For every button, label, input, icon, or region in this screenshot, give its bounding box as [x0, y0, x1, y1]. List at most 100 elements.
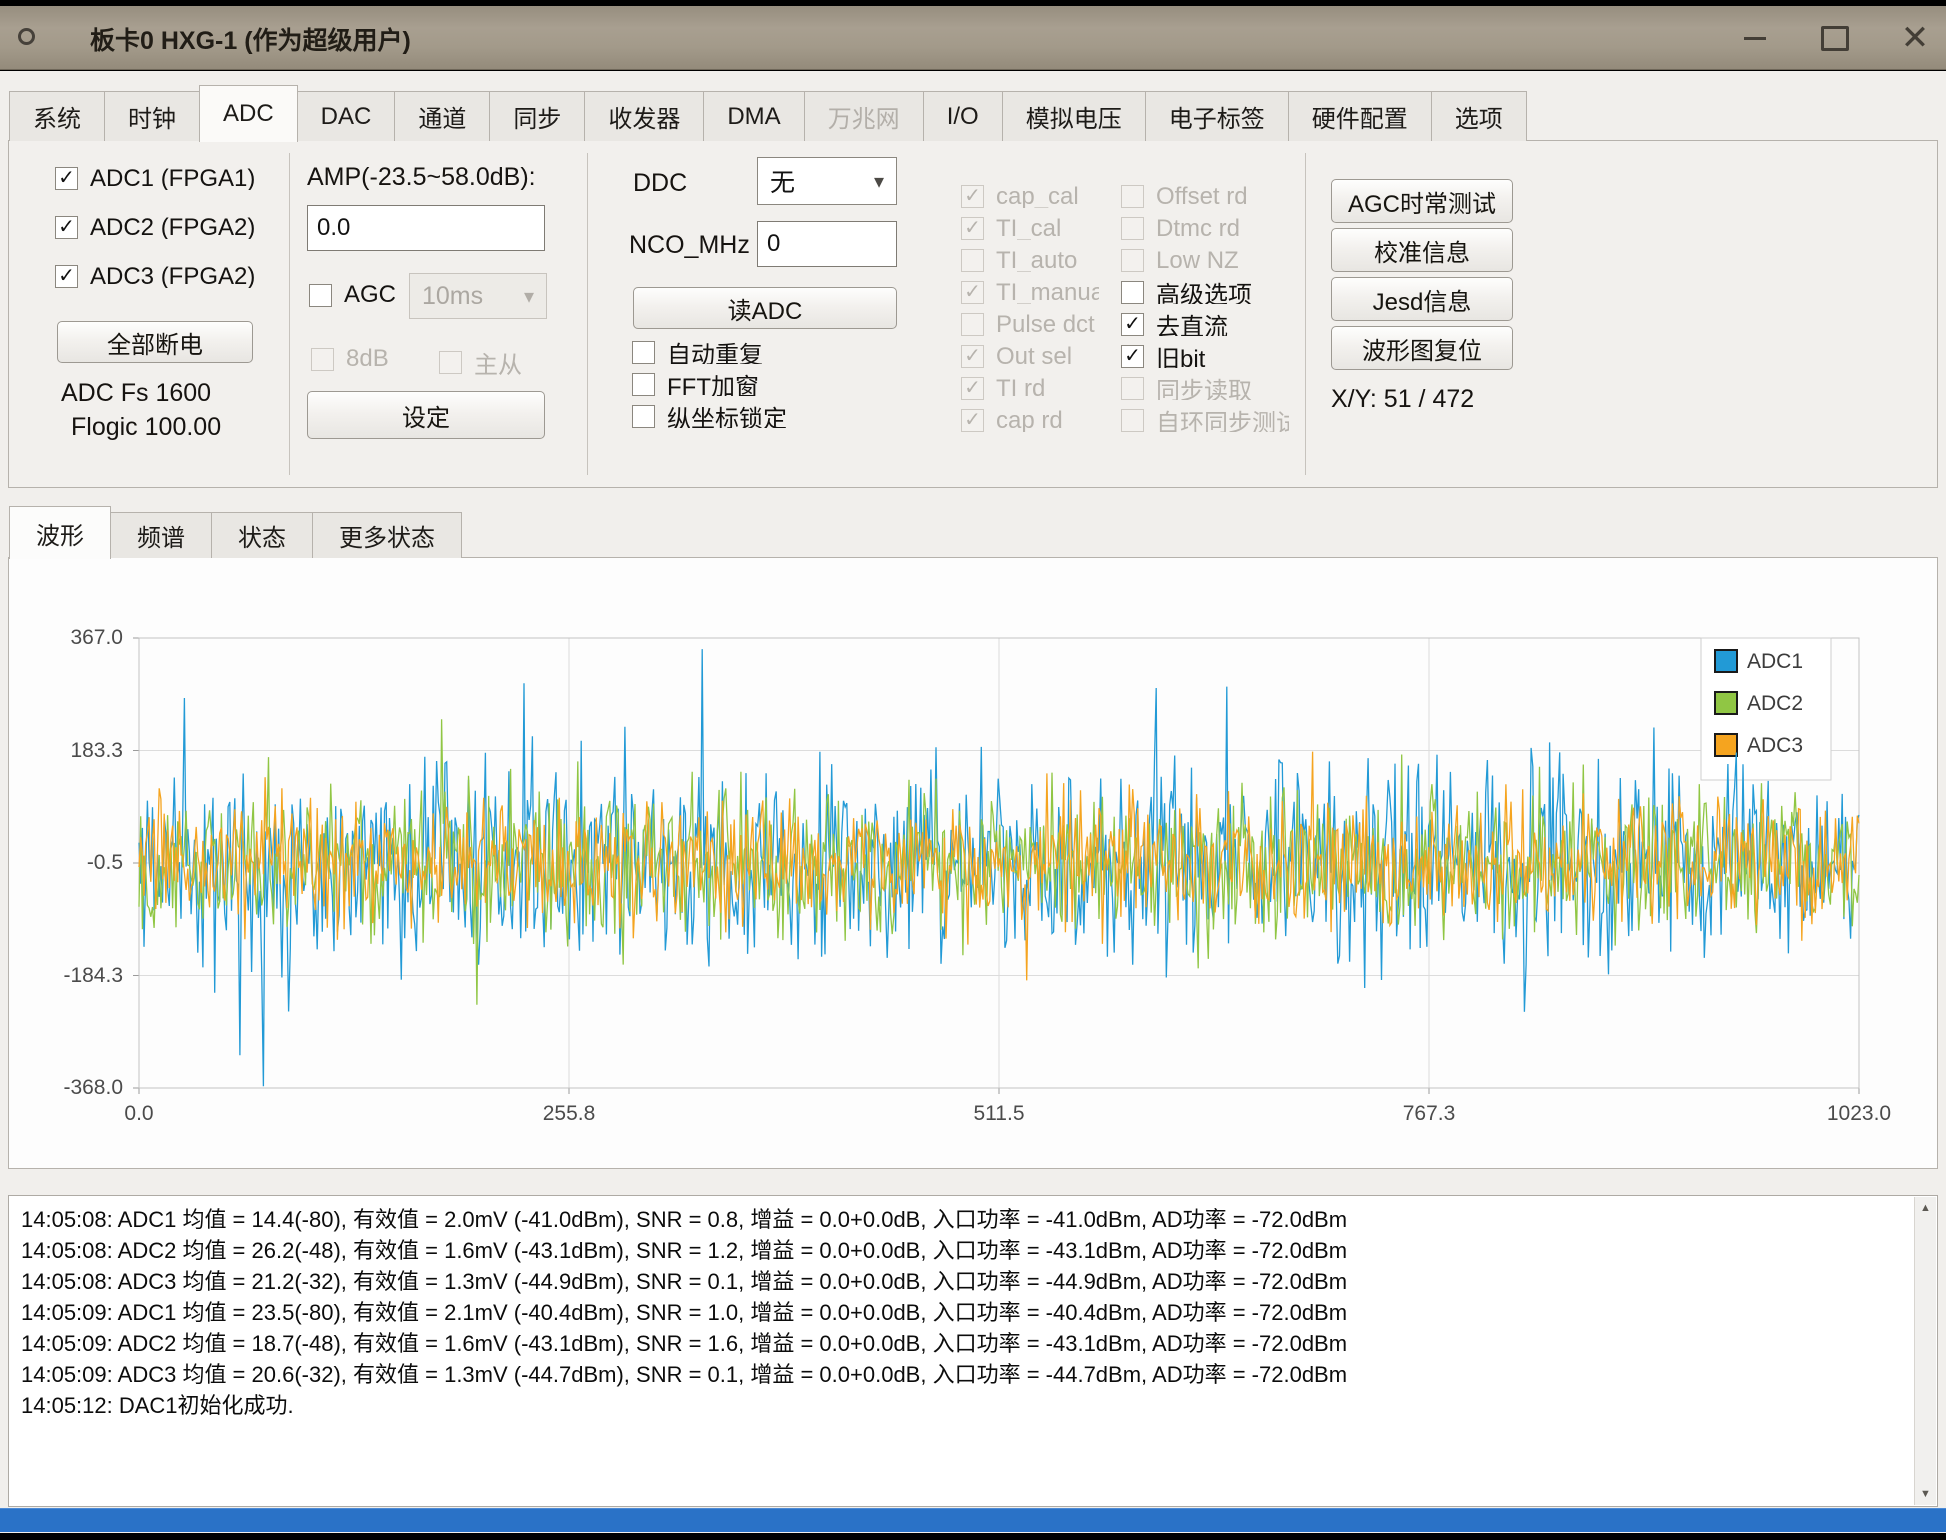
nco-input[interactable]: [757, 221, 897, 267]
adc-enable-row-1[interactable]: ADC2 (FPGA2): [55, 216, 285, 239]
tab-hw-config[interactable]: 硬件配置: [1288, 91, 1432, 141]
flag2-row-5[interactable]: 旧bit: [1121, 345, 1289, 368]
tab-dma[interactable]: DMA: [703, 91, 804, 141]
flag2-checkbox-3[interactable]: [1121, 281, 1144, 304]
y-tick-label: 367.0: [11, 626, 123, 650]
amp-input[interactable]: [307, 205, 545, 251]
log-line: 14:05:08: ADC1 均值 = 14.4(-80), 有效值 = 2.0…: [21, 1204, 1907, 1235]
tab-options[interactable]: 选项: [1431, 91, 1527, 141]
tab-sync[interactable]: 同步: [489, 91, 585, 141]
adc-enable-row-0[interactable]: ADC1 (FPGA1): [55, 167, 285, 190]
tab-transceiver[interactable]: 收发器: [584, 91, 704, 141]
flag1-row-7[interactable]: cap rd: [961, 409, 1099, 432]
power-off-all-button[interactable]: 全部断电: [57, 321, 253, 363]
adc-enable-checkbox-2[interactable]: [55, 265, 78, 288]
adc-enable-checkbox-0[interactable]: [55, 167, 78, 190]
agc-interval-dropdown[interactable]: 10ms: [409, 273, 547, 319]
read-adc-button[interactable]: 读ADC: [633, 287, 897, 329]
close-icon[interactable]: [1898, 21, 1932, 55]
flag1-checkbox-0[interactable]: [961, 185, 984, 208]
subtab-spectrum[interactable]: 频谱: [110, 512, 212, 558]
waveform-reset-button[interactable]: 波形图复位: [1331, 326, 1513, 370]
repeat-option-row-0[interactable]: 自动重复: [632, 341, 892, 364]
adc-enable-row-2[interactable]: ADC3 (FPGA2): [55, 265, 285, 288]
tab-e-label[interactable]: 电子标签: [1145, 91, 1289, 141]
subtab-status[interactable]: 状态: [211, 512, 313, 558]
flag2-checkbox-0[interactable]: [1121, 185, 1144, 208]
flag1-row-1[interactable]: TI_cal: [961, 217, 1099, 240]
repeat-option-checkbox-1[interactable]: [632, 373, 655, 396]
tab-dac[interactable]: DAC: [297, 91, 396, 141]
tab-io[interactable]: I/O: [923, 91, 1003, 141]
jesd-info-button[interactable]: Jesd信息: [1331, 277, 1513, 321]
flag1-row-4[interactable]: Pulse dct: [961, 313, 1099, 336]
minimize-icon[interactable]: [1738, 21, 1772, 55]
agc-checkbox[interactable]: [309, 284, 332, 307]
x-tick-label: 511.5: [949, 1102, 1049, 1126]
flag2-row-4[interactable]: 去直流: [1121, 313, 1289, 336]
flag1-checkbox-4[interactable]: [961, 313, 984, 336]
repeat-option-row-1[interactable]: FFT加窗: [632, 373, 892, 396]
repeat-option-checkbox-2[interactable]: [632, 405, 655, 428]
flag2-checkbox-4[interactable]: [1121, 313, 1144, 336]
flag-column-2: Offset rd Dtmc rd Low NZ 高级选项去直流旧bit 同步读取自环同…: [1121, 185, 1289, 441]
separator: [587, 153, 588, 475]
ddc-dropdown[interactable]: 无: [757, 157, 897, 205]
8db-checkbox-row[interactable]: 8dB: [311, 345, 389, 373]
plot-area[interactable]: ADC1ADC2ADC3: [129, 634, 1869, 1105]
repeat-option-row-2[interactable]: 纵坐标锁定: [632, 405, 892, 428]
flag1-checkbox-3[interactable]: [961, 281, 984, 304]
master-slave-checkbox-row[interactable]: 主从: [439, 345, 522, 380]
flag1-label-7: cap rd: [996, 409, 1063, 432]
flag2-checkbox-5[interactable]: [1121, 345, 1144, 368]
tab-adc[interactable]: ADC: [199, 85, 298, 142]
tab-10g-net[interactable]: 万兆网: [804, 91, 924, 141]
flag2-row-7[interactable]: 自环同步测试: [1121, 409, 1289, 432]
svg-text:ADC3: ADC3: [1747, 734, 1803, 757]
tab-clock[interactable]: 时钟: [104, 91, 200, 141]
flag2-checkbox-7[interactable]: [1121, 409, 1144, 432]
flag2-checkbox-2[interactable]: [1121, 249, 1144, 272]
set-button[interactable]: 设定: [307, 391, 545, 439]
flag1-checkbox-5[interactable]: [961, 345, 984, 368]
repeat-option-checkbox-0[interactable]: [632, 341, 655, 364]
flag1-checkbox-2[interactable]: [961, 249, 984, 272]
tab-channel[interactable]: 通道: [394, 91, 490, 141]
flag2-checkbox-6[interactable]: [1121, 377, 1144, 400]
flag2-row-2[interactable]: Low NZ: [1121, 249, 1289, 272]
log-output[interactable]: 14:05:08: ADC1 均值 = 14.4(-80), 有效值 = 2.0…: [8, 1195, 1938, 1507]
calibration-info-button[interactable]: 校准信息: [1331, 228, 1513, 272]
subtab-waveform[interactable]: 波形: [9, 506, 111, 559]
master-slave-checkbox[interactable]: [439, 351, 462, 374]
flag2-checkbox-1[interactable]: [1121, 217, 1144, 240]
flag1-row-5[interactable]: Out sel: [961, 345, 1099, 368]
tab-analog-voltage[interactable]: 模拟电压: [1002, 91, 1146, 141]
status-progress-bar: [0, 1508, 1946, 1532]
scroll-up-icon[interactable]: [1915, 1197, 1936, 1219]
master-slave-label: 主从: [474, 345, 522, 380]
flag1-checkbox-6[interactable]: [961, 377, 984, 400]
flag1-row-0[interactable]: cap_cal: [961, 185, 1099, 208]
adc-enable-checkbox-1[interactable]: [55, 216, 78, 239]
flag1-checkbox-1[interactable]: [961, 217, 984, 240]
y-tick-label: -0.5: [11, 851, 123, 875]
flag1-row-2[interactable]: TI_auto: [961, 249, 1099, 272]
flag2-row-1[interactable]: Dtmc rd: [1121, 217, 1289, 240]
log-scrollbar[interactable]: [1914, 1197, 1936, 1505]
tab-system[interactable]: 系统: [9, 91, 105, 141]
subtab-more-status[interactable]: 更多状态: [312, 512, 462, 558]
scroll-down-icon[interactable]: [1915, 1483, 1936, 1505]
flag1-checkbox-7[interactable]: [961, 409, 984, 432]
flag1-row-3[interactable]: TI_manua: [961, 281, 1099, 304]
flag2-row-3[interactable]: 高级选项: [1121, 281, 1289, 304]
8db-checkbox[interactable]: [311, 348, 334, 371]
waveform-chart[interactable]: 367.0183.3-0.5-184.3-368.0 0.0255.8511.5…: [8, 557, 1938, 1169]
maximize-icon[interactable]: [1818, 21, 1852, 55]
agc-label: AGC: [344, 281, 396, 309]
flag2-row-6[interactable]: 同步读取: [1121, 377, 1289, 400]
flag2-row-0[interactable]: Offset rd: [1121, 185, 1289, 208]
agc-timing-test-button[interactable]: AGC时常测试: [1331, 179, 1513, 223]
flag1-label-3: TI_manua: [996, 281, 1099, 304]
agc-checkbox-row[interactable]: AGC: [309, 281, 396, 309]
flag1-row-6[interactable]: TI rd: [961, 377, 1099, 400]
